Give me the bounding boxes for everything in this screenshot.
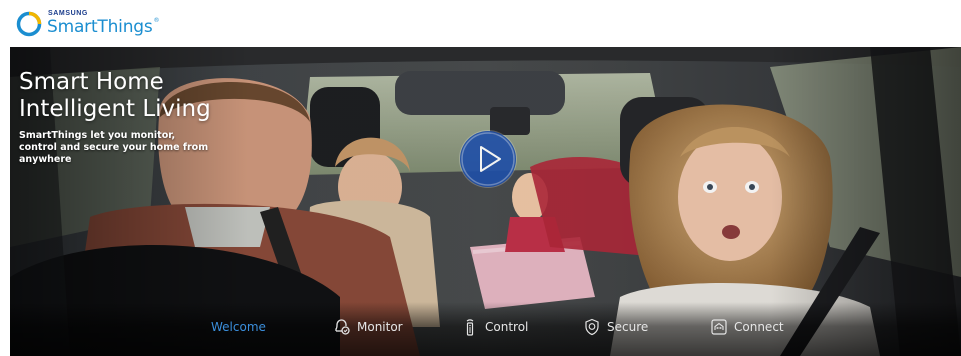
logo-ring-icon [16,11,42,37]
nav-item-secure[interactable]: Secure [583,316,648,338]
feature-nav: Welcome Monitor Control Secure Connect [10,302,961,356]
shield-icon [583,318,601,336]
nav-label-welcome: Welcome [211,320,266,334]
site-header: SAMSUNG SmartThings® [0,0,961,46]
logo-smartthings-text: SmartThings® [47,17,160,37]
bell-alert-icon [333,318,351,336]
play-video-button[interactable] [460,131,516,187]
hero-subtitle: SmartThings let you monitor, control and… [19,130,209,165]
nav-label-secure: Secure [607,320,649,334]
hero-title: Smart Home Intelligent Living [19,69,219,123]
smartthings-logo[interactable]: SAMSUNG SmartThings® [16,8,186,40]
nav-item-monitor[interactable]: Monitor [333,316,403,338]
logo-trademark: ® [153,17,160,24]
nav-label-connect: Connect [734,320,784,334]
home-connect-icon [710,318,728,336]
logo-samsung-text: SAMSUNG [48,10,88,17]
remote-icon [461,318,479,336]
logo-product-name: SmartThings [47,17,153,37]
hero-text-block: Smart Home Intelligent Living SmartThing… [19,69,219,166]
hero-video-banner[interactable]: Smart Home Intelligent Living SmartThing… [10,47,961,356]
nav-label-monitor: Monitor [357,320,403,334]
nav-item-control[interactable]: Control [461,316,528,338]
hero-title-line1: Smart Home [19,69,164,95]
play-icon [461,132,515,186]
nav-item-connect[interactable]: Connect [710,316,784,338]
nav-label-control: Control [485,320,529,334]
nav-item-welcome[interactable]: Welcome [211,316,266,338]
hero-title-line2: Intelligent Living [19,96,211,122]
